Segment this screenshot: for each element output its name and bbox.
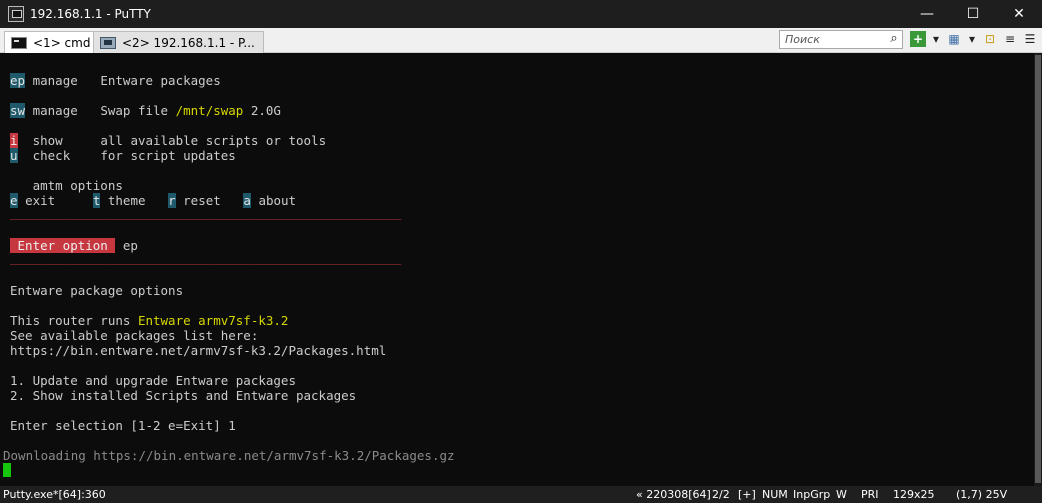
status-process: Putty.exe*[64]:360: [3, 488, 106, 501]
chevron-down-icon[interactable]: ▾: [928, 31, 944, 47]
view-icon[interactable]: ▦: [946, 31, 962, 47]
search-input[interactable]: Поиск: [779, 30, 903, 49]
maximize-button[interactable]: ☐: [950, 0, 996, 28]
tab-putty[interactable]: <2> 192.168.1.1 - P...: [93, 31, 264, 53]
menu-option-2: 2. Show installed Scripts and Entware pa…: [10, 388, 357, 403]
separator-line: ________________________________________…: [10, 250, 402, 265]
status-cursor: (1,7) 25V: [956, 488, 1008, 501]
status-buffer: « 220308[64]: [636, 488, 711, 501]
list-note: See available packages list here:: [10, 328, 259, 343]
window-controls: — ☐ ✕: [904, 0, 1042, 28]
minimize-button[interactable]: —: [904, 0, 950, 28]
terminal-console[interactable]: ep manage Entware packages sw manage Swa…: [0, 53, 1034, 486]
status-pri: PRI: [861, 488, 879, 501]
status-num: NUM: [762, 488, 788, 501]
tab-cmd[interactable]: <1> cmd: [4, 31, 100, 53]
settings-icon[interactable]: ≡: [1002, 31, 1018, 47]
selection-prompt: Enter selection [1-2 e=Exit] 1: [10, 418, 236, 433]
tab-bar: <1> cmd <2> 192.168.1.1 - P... Поиск ⌕ +…: [0, 28, 1042, 53]
menu-line-u: u check for script updates: [10, 148, 236, 163]
terminal-cursor: [3, 463, 11, 477]
lock-icon[interactable]: ⊡: [982, 31, 998, 47]
window-title: 192.168.1.1 - PuTTY: [30, 7, 151, 21]
options-title: amtm options: [32, 178, 123, 193]
title-bar: 192.168.1.1 - PuTTY — ☐ ✕: [0, 0, 1042, 28]
menu-option-1: 1. Update and upgrade Entware packages: [10, 373, 296, 388]
terminal-scrollbar[interactable]: [1034, 53, 1042, 486]
menu-line-sw: sw manage Swap file /mnt/swap 2.0G: [10, 103, 281, 118]
menu-line-ep: ep manage Entware packages: [10, 73, 221, 88]
section-title: Entware package options: [10, 283, 184, 298]
tab-cmd-label: <1> cmd: [33, 35, 91, 50]
search-icon[interactable]: ⌕: [886, 31, 902, 47]
cmd-icon: [11, 36, 27, 49]
putty-app-icon: [8, 6, 24, 22]
separator-line: ________________________________________…: [10, 205, 402, 220]
status-inpgrp: InpGrp: [793, 488, 831, 501]
add-icon[interactable]: +: [910, 31, 926, 47]
tab-putty-label: <2> 192.168.1.1 - P...: [122, 35, 255, 50]
menu-line-i: i show all available scripts or tools: [10, 133, 327, 148]
router-info: This router runs Entware armv7sf-k3.2: [10, 313, 289, 328]
downloading-line: Downloading https://bin.entware.net/armv…: [3, 448, 455, 463]
menu-icon[interactable]: ☰: [1022, 31, 1038, 47]
putty-icon: [100, 36, 116, 49]
status-bar: Putty.exe*[64]:360 « 220308[64] 2/2 [+] …: [0, 486, 1042, 503]
packages-url: https://bin.entware.net/armv7sf-k3.2/Pac…: [10, 343, 387, 358]
scrollbar-thumb[interactable]: [1035, 55, 1041, 483]
status-plus: [+]: [738, 488, 756, 501]
status-size: 129x25: [893, 488, 935, 501]
chevron-down-icon[interactable]: ▾: [964, 31, 980, 47]
status-tabs: 2/2: [712, 488, 730, 501]
status-w: W: [836, 488, 847, 501]
close-button[interactable]: ✕: [996, 0, 1042, 28]
